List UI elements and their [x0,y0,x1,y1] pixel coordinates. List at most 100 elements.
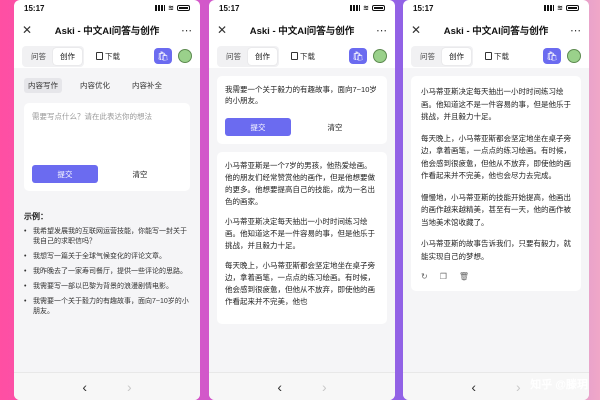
back-icon[interactable]: ‹ [277,379,282,395]
battery-icon [566,5,579,11]
signal-icon [350,5,361,11]
title-bar: ✕ Aski - 中文AI问答与创作 ⋯ [403,16,589,44]
avatar[interactable] [567,49,581,63]
tab-create[interactable]: 创作 [248,47,277,65]
toolbar: 问答 创作 下载 🛍 [403,44,589,68]
content-area: 内容写作 内容优化 内容补全 需要写点什么？请在此表达你的想法 提交 清空 示例… [14,68,200,372]
subtabs: 内容写作 内容优化 内容补全 [14,68,200,99]
download-button[interactable]: 下载 [485,51,509,62]
download-icon [96,52,103,60]
status-bar: 15:17 ≋ [14,0,200,16]
tab-create[interactable]: 创作 [53,47,82,65]
examples-section: 示例： 我希望发展我的互联网运营技能，你能写一封关于我自己的求职信吗？ 我想写一… [14,195,200,332]
more-icon[interactable]: ⋯ [371,24,387,37]
submit-button[interactable]: 提交 [32,165,98,183]
close-icon[interactable]: ✕ [217,23,233,37]
toolbar: 问答 创作 下载 🛍 [14,44,200,68]
tab-create[interactable]: 创作 [442,47,471,65]
bottom-nav: ‹ › [14,372,200,400]
more-icon[interactable]: ⋯ [176,24,192,37]
tab-qa[interactable]: 问答 [24,48,53,65]
answer-paragraph: 每天晚上，小马蒂亚斯都会坚定地坐在桌子旁边，拿着画笔，一点点的练习绘画。有时候，… [421,133,571,181]
back-icon[interactable]: ‹ [82,379,87,395]
phone-screen-write: 15:17 ≋ ✕ Aski - 中文AI问答与创作 ⋯ 问答 创作 下载 🛍 … [14,0,200,400]
forward-icon[interactable]: › [127,379,132,395]
example-item[interactable]: 我需要一个关于毅力的有趣故事，面向7~10岁的小朋友。 [24,297,190,317]
delete-icon[interactable]: 🗑 [459,272,469,281]
status-icons: ≋ [350,4,385,12]
clear-button[interactable]: 清空 [98,169,182,180]
wifi-icon: ≋ [168,5,174,12]
status-time: 15:17 [219,3,240,13]
status-icons: ≋ [544,4,579,12]
answer-card: 小马蒂亚斯是一个7岁的男孩，他热爱绘画。他的朋友们经常赞赏他的画作，但是他想要做… [217,152,387,324]
bag-icon[interactable]: 🛍 [543,48,561,64]
example-item[interactable]: 我昨晚去了一家寿司餐厅，提供一些评论的思路。 [24,267,190,277]
content-area: 小马蒂亚斯决定每天抽出一小时时间练习绘画。他知道这不是一件容易的事，但是他乐于挑… [403,68,589,372]
bag-icon[interactable]: 🛍 [349,48,367,64]
wifi-icon: ≋ [557,5,563,12]
example-item[interactable]: 我想写一篇关于全球气候变化的评论文章。 [24,252,190,262]
title-bar: ✕ Aski - 中文AI问答与创作 ⋯ [209,16,395,44]
examples-title: 示例： [24,212,48,221]
answer-paragraph: 小马蒂亚斯决定每天抽出一小时时间练习绘画。他知道这不是一件容易的事，但是他乐于挑… [225,217,375,250]
tab-qa[interactable]: 问答 [413,48,442,65]
tab-qa[interactable]: 问答 [219,48,248,65]
status-icons: ≋ [155,4,190,12]
content-area: 我需要一个关于毅力的有趣故事，面向7~10岁的小朋友。 提交 清空 小马蒂亚斯是… [209,68,395,372]
answer-card: 小马蒂亚斯决定每天抽出一小时时间练习绘画。他知道这不是一件容易的事，但是他乐于挑… [411,76,581,291]
forward-icon[interactable]: › [516,379,521,395]
avatar[interactable] [373,49,387,63]
download-icon [291,52,298,60]
subtab-optimize[interactable]: 内容优化 [76,78,114,93]
prompt-input[interactable]: 需要写点什么？请在此表达你的想法 [32,111,182,153]
page-title: Aski - 中文AI问答与创作 [443,26,549,37]
battery-icon [372,5,385,11]
phone-screen-answer: 15:17 ≋ ✕ Aski - 中文AI问答与创作 ⋯ 问答 创作 下载 🛍 … [209,0,395,400]
answer-actions: ↻ ❐ 🗑 [421,272,571,281]
signal-icon [544,5,555,11]
subtab-complete[interactable]: 内容补全 [128,78,166,93]
mode-switch: 问答 创作 [411,45,473,67]
close-icon[interactable]: ✕ [22,23,38,37]
copy-icon[interactable]: ❐ [440,272,447,281]
phone-screen-answer-scrolled: 15:17 ≋ ✕ Aski - 中文AI问答与创作 ⋯ 问答 创作 下载 🛍 … [403,0,589,400]
subtab-writing[interactable]: 内容写作 [24,78,62,93]
more-icon[interactable]: ⋯ [565,24,581,37]
status-bar: 15:17 ≋ [403,0,589,16]
forward-icon[interactable]: › [322,379,327,395]
mode-switch: 问答 创作 [22,45,84,67]
toolbar: 问答 创作 下载 🛍 [209,44,395,68]
input-card: 需要写点什么？请在此表达你的想法 提交 清空 [24,103,190,191]
clear-button[interactable]: 清空 [291,122,379,133]
example-item[interactable]: 我需要写一部以巴黎为背景的浪漫剧情电影。 [24,282,190,292]
status-time: 15:17 [413,3,434,13]
close-icon[interactable]: ✕ [411,23,427,37]
battery-icon [177,5,190,11]
status-time: 15:17 [24,3,45,13]
download-label: 下载 [494,51,509,61]
example-item[interactable]: 我希望发展我的互联网运营技能，你能写一封关于我自己的求职信吗？ [24,227,190,247]
submit-button[interactable]: 提交 [225,118,291,136]
regenerate-icon[interactable]: ↻ [421,272,428,281]
answer-paragraph: 慢慢地，小马蒂亚斯的技能开始提高，他画出的画作越来越精美，甚至有一天，他的画作被… [421,192,571,227]
download-button[interactable]: 下载 [96,51,120,62]
question-text[interactable]: 我需要一个关于毅力的有趣故事，面向7~10岁的小朋友。 [225,84,379,106]
back-icon[interactable]: ‹ [471,379,476,395]
examples-list: 我希望发展我的互联网运营技能，你能写一封关于我自己的求职信吗？ 我想写一篇关于全… [24,227,190,317]
download-icon [485,52,492,60]
page-title: Aski - 中文AI问答与创作 [249,26,355,37]
title-bar: ✕ Aski - 中文AI问答与创作 ⋯ [14,16,200,44]
answer-paragraph: 小马蒂亚斯的故事告诉我们，只要有毅力，就能实现自己的梦想。 [421,239,571,261]
bag-icon[interactable]: 🛍 [154,48,172,64]
avatar[interactable] [178,49,192,63]
question-card: 我需要一个关于毅力的有趣故事，面向7~10岁的小朋友。 提交 清空 [217,76,387,144]
download-label: 下载 [105,51,120,61]
answer-paragraph: 每天晚上，小马蒂亚斯都会坚定地坐在桌子旁边，拿着画笔，一点点的练习绘画。有时候，… [225,261,375,306]
download-button[interactable]: 下载 [291,51,315,62]
status-bar: 15:17 ≋ [209,0,395,16]
input-actions: 提交 清空 [225,118,379,136]
input-actions: 提交 清空 [32,165,182,183]
answer-paragraph: 小马蒂亚斯决定每天抽出一小时时间练习绘画。他知道这不是一件容易的事，但是他乐于挑… [421,87,571,121]
signal-icon [155,5,166,11]
